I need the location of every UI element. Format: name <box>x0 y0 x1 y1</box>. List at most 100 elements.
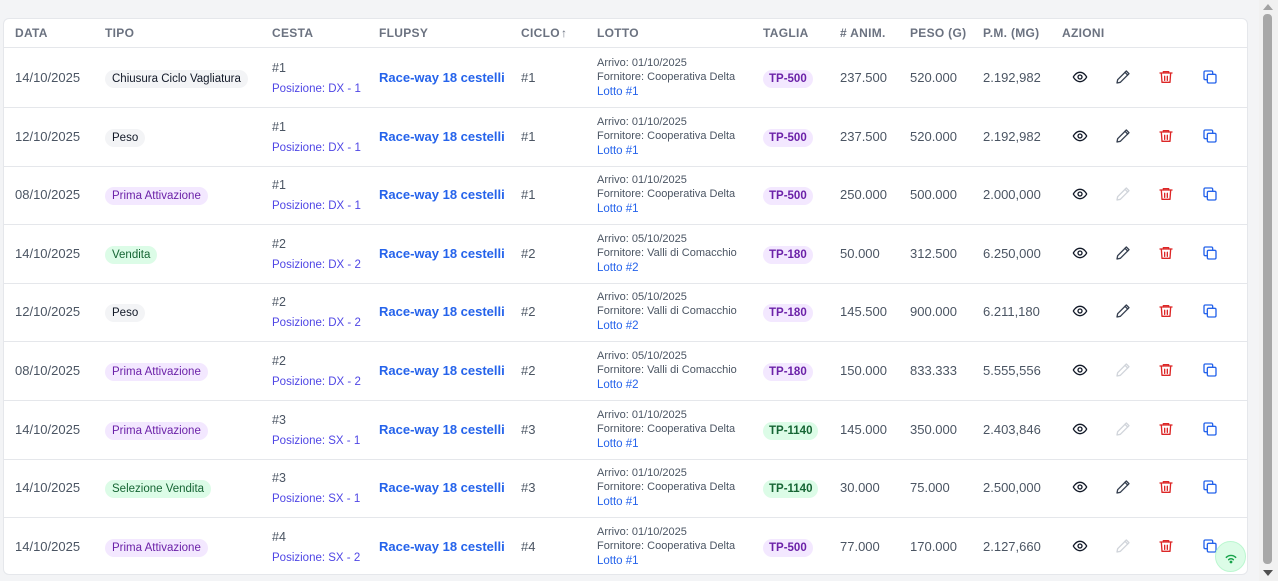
delete-button[interactable] <box>1158 69 1174 85</box>
edit-button <box>1115 421 1131 437</box>
weight-grams: 170.000 <box>910 538 957 554</box>
basket-position: Posizione: SX - 2 <box>272 551 361 564</box>
lot-link[interactable]: Lotto #1 <box>597 203 639 215</box>
size-badge: TP-180 <box>763 363 813 381</box>
basket-number: #4 <box>272 529 286 544</box>
edit-button[interactable] <box>1115 479 1131 495</box>
header-ciclo[interactable]: CICLO <box>521 26 560 40</box>
duplicate-button[interactable] <box>1202 303 1218 319</box>
lot-link[interactable]: Lotto #2 <box>597 262 639 274</box>
weight-grams: 833.333 <box>910 363 957 378</box>
header-animali[interactable]: # ANIM. <box>840 26 886 40</box>
lot-link[interactable]: Lotto #1 <box>597 438 639 450</box>
scroll-down-arrow[interactable] <box>1263 570 1273 576</box>
lot-link[interactable]: Lotto #2 <box>597 379 639 391</box>
lot-link[interactable]: Lotto #1 <box>597 555 639 567</box>
sort-ascending-icon[interactable]: ↑ <box>561 26 567 40</box>
lot-link[interactable]: Lotto #1 <box>597 145 639 157</box>
flupsy-link[interactable]: Race-way 18 cestelli <box>379 539 505 554</box>
header-cesta[interactable]: CESTA <box>272 26 313 40</box>
delete-button[interactable] <box>1158 538 1174 554</box>
lot-link[interactable]: Lotto #1 <box>597 496 639 508</box>
lot-arrival-date: Arrivo: 01/10/2025 <box>597 408 687 421</box>
size-badge: TP-500 <box>763 128 813 147</box>
delete-button[interactable] <box>1158 479 1174 495</box>
view-button[interactable] <box>1072 538 1088 554</box>
header-peso[interactable]: PESO (G) <box>910 26 966 40</box>
basket-position: Posizione: DX - 2 <box>272 258 361 271</box>
header-data[interactable]: DATA <box>15 26 48 40</box>
header-pm[interactable]: P.M. (MG) <box>983 26 1039 40</box>
animal-count: 250.000 <box>840 187 887 203</box>
table-row: 14/10/2025 Chiusura Ciclo Vagliatura #1 … <box>4 49 1247 108</box>
flupsy-link[interactable]: Race-way 18 cestelli <box>379 363 505 378</box>
pencil-icon <box>1115 245 1131 261</box>
flupsy-link[interactable]: Race-way 18 cestelli <box>379 246 505 261</box>
header-taglia[interactable]: TAGLIA <box>763 26 809 40</box>
table-row: 14/10/2025 Prima Attivazione #3 Posizion… <box>4 401 1247 460</box>
view-button[interactable] <box>1072 362 1088 378</box>
header-azioni: AZIONI <box>1062 26 1105 40</box>
pencil-icon <box>1115 69 1131 85</box>
duplicate-button[interactable] <box>1202 186 1218 202</box>
flupsy-link[interactable]: Race-way 18 cestelli <box>379 129 505 144</box>
view-button[interactable] <box>1072 69 1088 85</box>
lot-arrival-date: Arrivo: 01/10/2025 <box>597 525 687 538</box>
eye-icon <box>1072 245 1088 261</box>
delete-button[interactable] <box>1158 421 1174 437</box>
view-button[interactable] <box>1072 421 1088 437</box>
view-button[interactable] <box>1072 245 1088 261</box>
operations-table: DATA TIPO CESTA FLUPSY CICLO ↑ LOTTO TAG… <box>3 18 1248 575</box>
header-flupsy[interactable]: FLUPSY <box>379 26 428 40</box>
lot-link[interactable]: Lotto #1 <box>597 86 639 98</box>
average-weight-mg: 2.192,982 <box>983 70 1041 85</box>
average-weight-mg: 5.555,556 <box>983 363 1041 378</box>
flupsy-link[interactable]: Race-way 18 cestelli <box>379 304 505 319</box>
copy-icon <box>1202 421 1218 437</box>
view-button[interactable] <box>1072 303 1088 319</box>
duplicate-button[interactable] <box>1202 128 1218 144</box>
trash-icon <box>1158 69 1174 85</box>
delete-button[interactable] <box>1158 303 1174 319</box>
lot-supplier: Fornitore: Cooperativa Delta <box>597 539 736 552</box>
size-badge: TP-1140 <box>763 480 819 499</box>
flupsy-link[interactable]: Race-way 18 cestelli <box>379 187 505 202</box>
edit-button[interactable] <box>1115 69 1131 85</box>
header-tipo[interactable]: TIPO <box>105 26 134 40</box>
delete-button[interactable] <box>1158 128 1174 144</box>
flupsy-link[interactable]: Race-way 18 cestelli <box>379 422 505 437</box>
view-button[interactable] <box>1072 186 1088 202</box>
basket-number: #2 <box>272 236 286 251</box>
scrollbar-thumb[interactable] <box>1263 14 1272 564</box>
operation-type-badge: Peso <box>105 304 146 323</box>
basket-number: #1 <box>272 119 286 134</box>
edit-button[interactable] <box>1115 128 1131 144</box>
lot-arrival-date: Arrivo: 01/10/2025 <box>597 174 687 187</box>
weight-grams: 312.500 <box>910 245 957 261</box>
basket-number: #1 <box>272 178 286 193</box>
connection-status-button[interactable] <box>1215 541 1246 572</box>
delete-button[interactable] <box>1158 362 1174 378</box>
duplicate-button[interactable] <box>1202 69 1218 85</box>
lot-arrival-date: Arrivo: 05/10/2025 <box>597 350 687 362</box>
duplicate-button[interactable] <box>1202 362 1218 378</box>
flupsy-link[interactable]: Race-way 18 cestelli <box>379 70 505 85</box>
delete-button[interactable] <box>1158 186 1174 202</box>
flupsy-link[interactable]: Race-way 18 cestelli <box>379 480 505 495</box>
weight-grams: 500.000 <box>910 187 957 203</box>
weight-grams: 520.000 <box>910 70 957 85</box>
edit-button[interactable] <box>1115 245 1131 261</box>
header-lotto[interactable]: LOTTO <box>597 26 639 40</box>
cycle-number: #3 <box>521 421 536 437</box>
scroll-up-arrow[interactable] <box>1263 4 1273 10</box>
view-button[interactable] <box>1072 128 1088 144</box>
edit-button[interactable] <box>1115 303 1131 319</box>
delete-button[interactable] <box>1158 245 1174 261</box>
lot-link[interactable]: Lotto #2 <box>597 320 639 332</box>
view-button[interactable] <box>1072 479 1088 495</box>
duplicate-button[interactable] <box>1202 421 1218 437</box>
weight-grams: 520.000 <box>910 128 957 144</box>
basket-position: Posizione: DX - 2 <box>272 376 361 388</box>
duplicate-button[interactable] <box>1202 479 1218 495</box>
duplicate-button[interactable] <box>1202 245 1218 261</box>
